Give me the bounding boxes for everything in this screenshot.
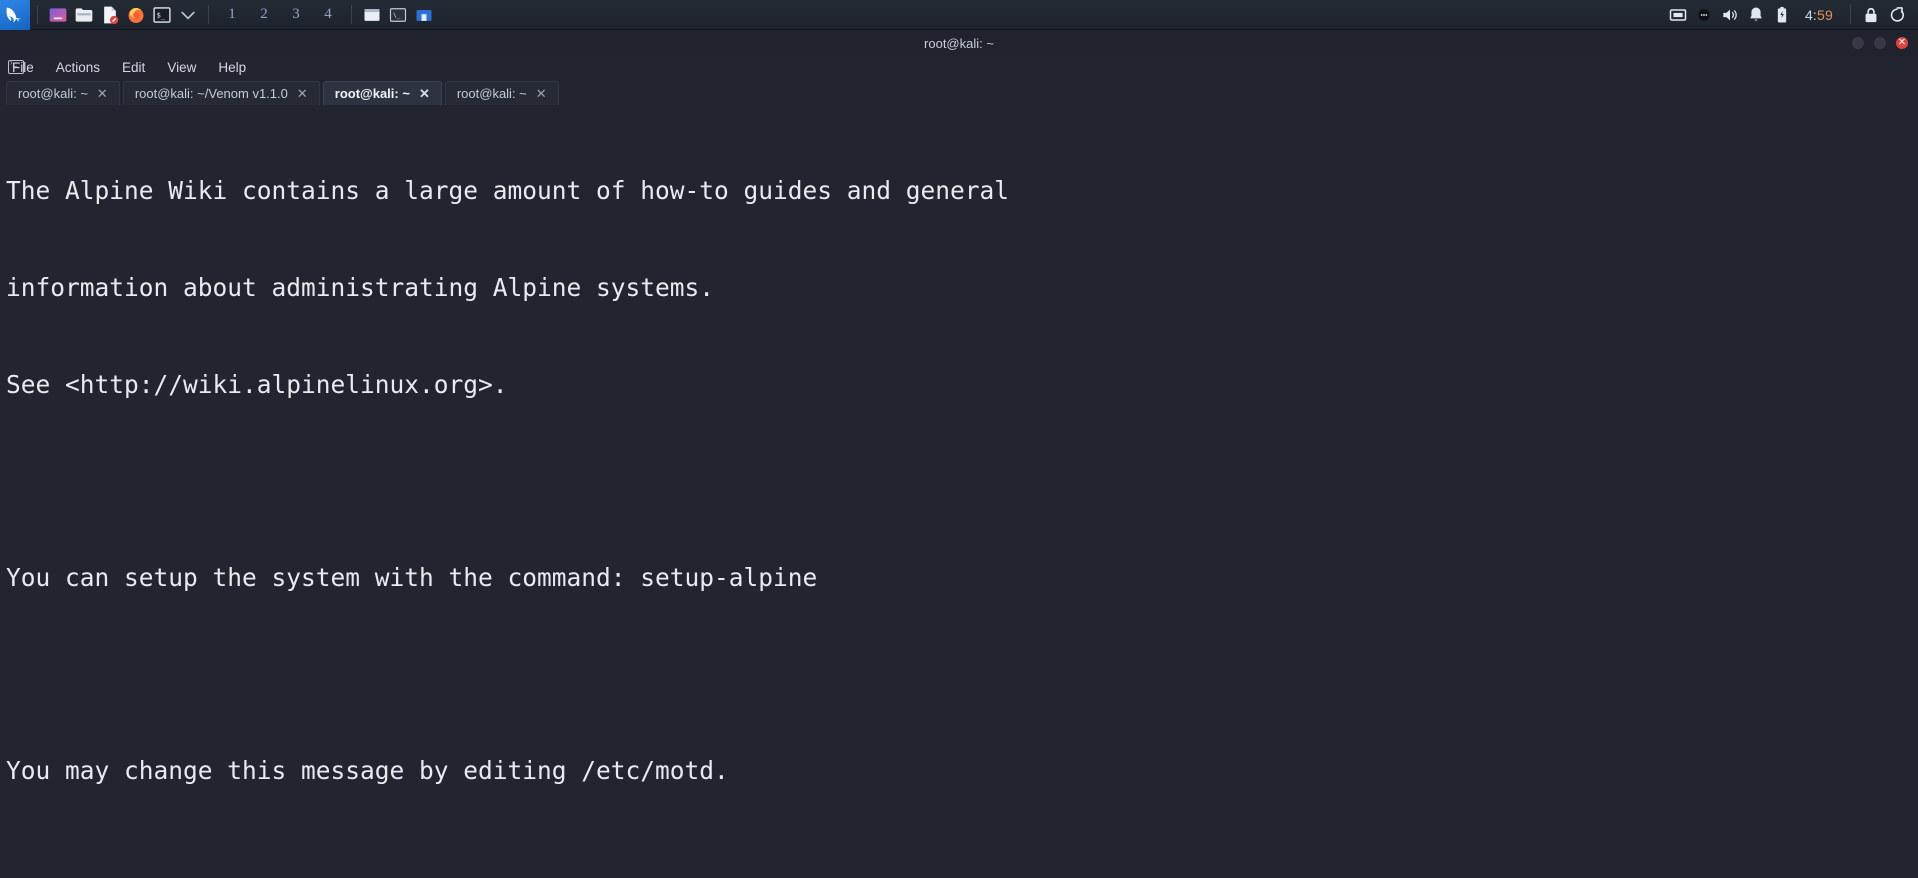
terminal-tab-1[interactable]: root@kali: ~ ✕ [6, 81, 120, 105]
terminal-line: The Alpine Wiki contains a large amount … [6, 176, 1010, 206]
workspace-2[interactable]: 2 [248, 0, 280, 30]
lock-icon [1865, 7, 1877, 22]
workspace-3[interactable]: 3 [280, 0, 312, 30]
svg-text:\_: \_ [393, 12, 401, 19]
taskbar-separator [351, 5, 352, 24]
launcher-file-manager[interactable] [71, 0, 97, 30]
clock-minutes: 59 [1817, 6, 1833, 23]
terminal-output[interactable]: The Alpine Wiki contains a large amount … [0, 105, 1918, 878]
window-button-display[interactable] [359, 0, 385, 30]
launcher-firefox[interactable] [123, 0, 149, 30]
tray-keyboard-icon[interactable] [1691, 0, 1717, 30]
folder-icon [75, 7, 93, 22]
kali-menu-button[interactable] [0, 0, 30, 30]
launcher-text-editor[interactable] [97, 0, 123, 30]
firefox-icon [128, 7, 144, 23]
logout-icon [1890, 6, 1904, 22]
tab-label: root@kali: ~ [456, 86, 527, 101]
system-tray: 4:59 [1665, 0, 1918, 30]
tab-label: root@kali: ~ [334, 86, 410, 101]
tab-label: root@kali: ~/Venom v1.1.0 [134, 86, 288, 101]
menubar: File Actions Edit View Help [0, 56, 1918, 78]
lock-screen-button[interactable] [1858, 0, 1884, 30]
terminal-icon: $_ [153, 6, 171, 23]
terminal-line: You may change this message by editing /… [6, 755, 729, 785]
window-titlebar[interactable]: root@kali: ~ ✕ [0, 30, 1918, 56]
workspace-1[interactable]: 1 [216, 0, 248, 30]
kali-dragon-icon [6, 7, 22, 22]
tab-close-icon[interactable]: ✕ [536, 86, 547, 102]
tray-volume-icon[interactable] [1717, 0, 1743, 30]
taskbar-clock[interactable]: 4:59 [1795, 7, 1843, 23]
terminal-line: See <http://wiki.alpinelinux.org>. [6, 369, 508, 399]
menu-help[interactable]: Help [218, 60, 246, 75]
tray-network-icon[interactable] [1665, 0, 1691, 30]
tab-label: root@kali: ~ [18, 86, 88, 101]
tab-bar: root@kali: ~ ✕ root@kali: ~/Venom v1.1.0… [0, 78, 1918, 105]
menu-edit[interactable]: Edit [122, 60, 145, 75]
window-controls: ✕ [1852, 30, 1908, 56]
terminal-tab-3[interactable]: root@kali: ~ ✕ [322, 81, 442, 105]
network-icon [1669, 8, 1687, 21]
window-button-terminal[interactable]: \_ [385, 0, 411, 30]
tab-close-icon[interactable]: ✕ [97, 86, 108, 102]
terminal-window: root@kali: ~ ✕ File Actions Edit View He… [0, 30, 1918, 878]
tray-notifications-icon[interactable] [1743, 0, 1769, 30]
taskbar-separator [37, 5, 38, 24]
folder-blue-icon [416, 9, 432, 21]
taskbar-separator [1850, 5, 1851, 24]
taskbar: $_ 1 2 3 4 \_ 4:59 [0, 0, 1918, 30]
tab-close-icon[interactable]: ✕ [419, 86, 430, 102]
launcher-terminal[interactable]: $_ [149, 0, 175, 30]
launcher-app-gradient-icon[interactable] [45, 0, 71, 30]
launcher-menu-chevron[interactable] [175, 0, 201, 30]
terminal-tab-2[interactable]: root@kali: ~/Venom v1.1.0 ✕ [122, 81, 320, 105]
terminal-tab-4[interactable]: root@kali: ~ ✕ [444, 81, 559, 105]
tab-close-icon[interactable]: ✕ [297, 86, 308, 102]
logout-button[interactable] [1884, 0, 1910, 30]
menu-actions[interactable]: Actions [56, 60, 100, 75]
window-title: root@kali: ~ [924, 35, 994, 51]
menu-view[interactable]: View [167, 60, 196, 75]
terminal-icon: \_ [389, 7, 407, 22]
maximize-button[interactable] [1874, 37, 1886, 49]
tray-battery-icon[interactable] [1769, 0, 1795, 30]
minimize-button[interactable] [1852, 37, 1864, 49]
bell-icon [1750, 7, 1762, 21]
taskbar-separator [208, 5, 209, 24]
dots-circle-icon [1698, 8, 1710, 21]
terminal-line: You can setup the system with the comman… [6, 562, 818, 592]
battery-icon [1777, 6, 1787, 22]
window-icon [364, 8, 380, 21]
speaker-icon [1723, 9, 1737, 20]
terminal-icon [8, 58, 24, 74]
terminal-line: information about administrating Alpine … [6, 273, 715, 302]
clock-hours: 4: [1804, 6, 1818, 23]
document-forbidden-icon [104, 6, 119, 24]
chevron-down-icon [181, 11, 195, 20]
svg-text:$_: $_ [157, 10, 166, 19]
workspace-4[interactable]: 4 [312, 0, 344, 30]
close-button[interactable]: ✕ [1896, 37, 1908, 49]
window-button-files[interactable] [411, 0, 437, 30]
